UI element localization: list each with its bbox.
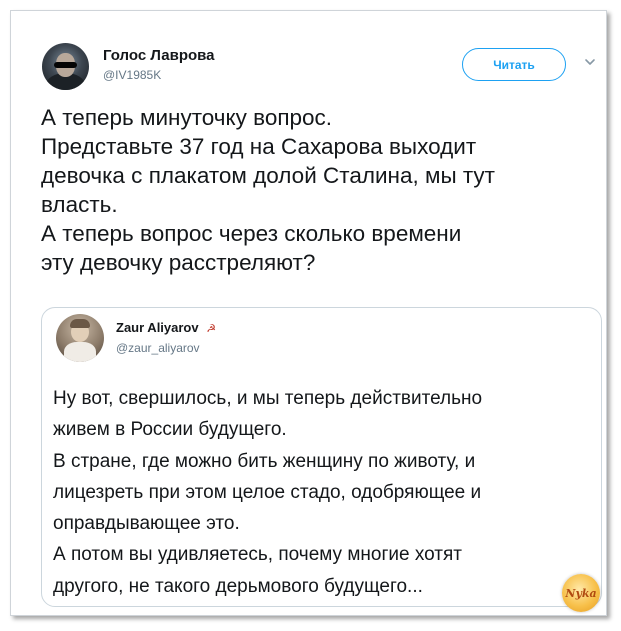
watermark-label: Nyka <box>565 586 597 600</box>
follow-button[interactable]: Читать <box>462 48 566 81</box>
tweet-text-line: девочка с плакатом долой Сталина, мы тут <box>41 163 495 188</box>
watermark-logo: Nyka <box>562 574 600 612</box>
quoted-author-name[interactable]: Zaur Aliyarov ☭ <box>116 320 216 335</box>
tweet-card: Голос Лаврова @IV1985K Читать А теперь м… <box>10 10 607 616</box>
quoted-author-name-text: Zaur Aliyarov <box>116 320 199 335</box>
quoted-tweet[interactable]: Zaur Aliyarov ☭ @zaur_aliyarov Ну вот, с… <box>41 307 602 607</box>
quoted-text-line: живем в России будущего. <box>53 419 287 441</box>
quoted-author-avatar[interactable] <box>56 314 104 362</box>
hammer-sickle-icon: ☭ <box>206 323 217 335</box>
quoted-text-line: оправдывающее это. <box>53 513 240 535</box>
author-name[interactable]: Голос Лаврова <box>103 47 215 64</box>
tweet-text: А теперь минуточку вопрос. Представьте 3… <box>41 103 601 277</box>
quoted-text-line: Ну вот, свершилось, и мы теперь действит… <box>53 388 483 409</box>
quoted-text-line: А потом вы удивляетесь, почему многие хо… <box>53 544 462 566</box>
quoted-text-line: В стране, где можно бить женщину по живо… <box>53 450 476 472</box>
chevron-down-icon[interactable] <box>583 55 597 69</box>
author-handle[interactable]: @IV1985K <box>103 68 161 82</box>
quoted-tweet-text: Ну вот, свершилось, и мы теперь действит… <box>53 383 593 602</box>
tweet-text-line: А теперь минуточку вопрос. <box>41 105 333 130</box>
quoted-text-line: другого, не такого дерьмового будущего..… <box>53 575 423 597</box>
quoted-author-handle[interactable]: @zaur_aliyarov <box>116 341 200 355</box>
tweet-text-line: А теперь вопрос через сколько времени <box>41 221 462 246</box>
author-avatar[interactable] <box>42 43 89 90</box>
tweet-text-line: эту девочку расстреляют? <box>41 250 316 275</box>
tweet-text-line: власть. <box>41 192 118 217</box>
quoted-text-line: лицезреть при этом целое стадо, одобряющ… <box>53 481 482 503</box>
tweet-text-line: Представьте 37 год на Сахарова выходит <box>41 134 477 159</box>
